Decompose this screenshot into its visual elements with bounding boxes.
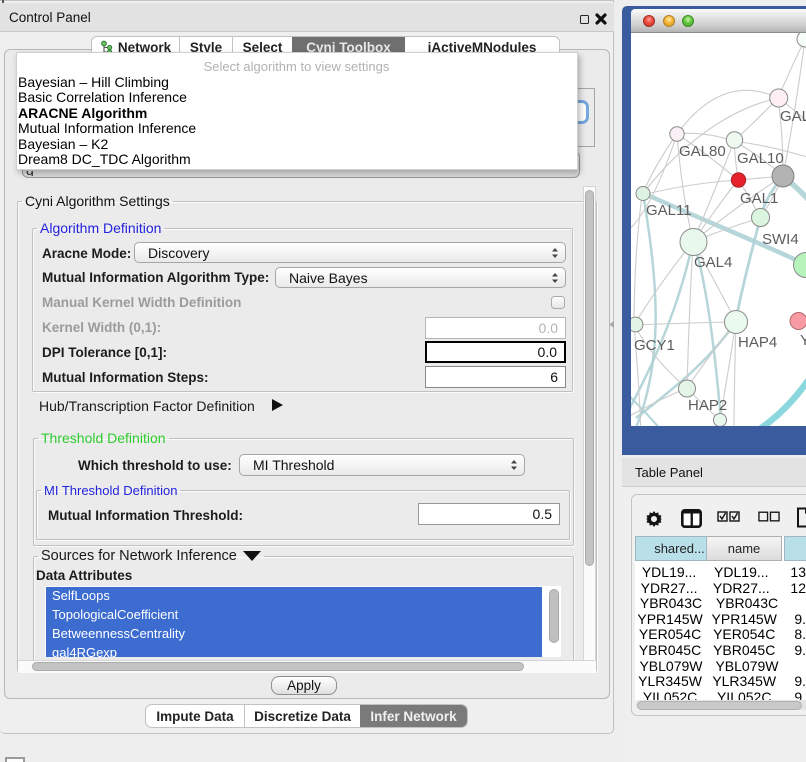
svg-text:GAL10: GAL10 xyxy=(737,150,784,167)
svg-text:GAL1: GAL1 xyxy=(740,190,778,207)
svg-text:Y: Y xyxy=(800,332,806,349)
svg-text:GAL80: GAL80 xyxy=(679,143,726,160)
svg-text:HAP2: HAP2 xyxy=(688,397,727,414)
svg-text:GAL11: GAL11 xyxy=(646,202,692,219)
svg-text:GAL2: GAL2 xyxy=(780,108,806,125)
svg-text:GCY1: GCY1 xyxy=(634,337,675,354)
svg-text:SWI4: SWI4 xyxy=(762,231,799,248)
svg-text:GAL4: GAL4 xyxy=(694,254,732,271)
svg-text:HAP4: HAP4 xyxy=(738,334,777,351)
